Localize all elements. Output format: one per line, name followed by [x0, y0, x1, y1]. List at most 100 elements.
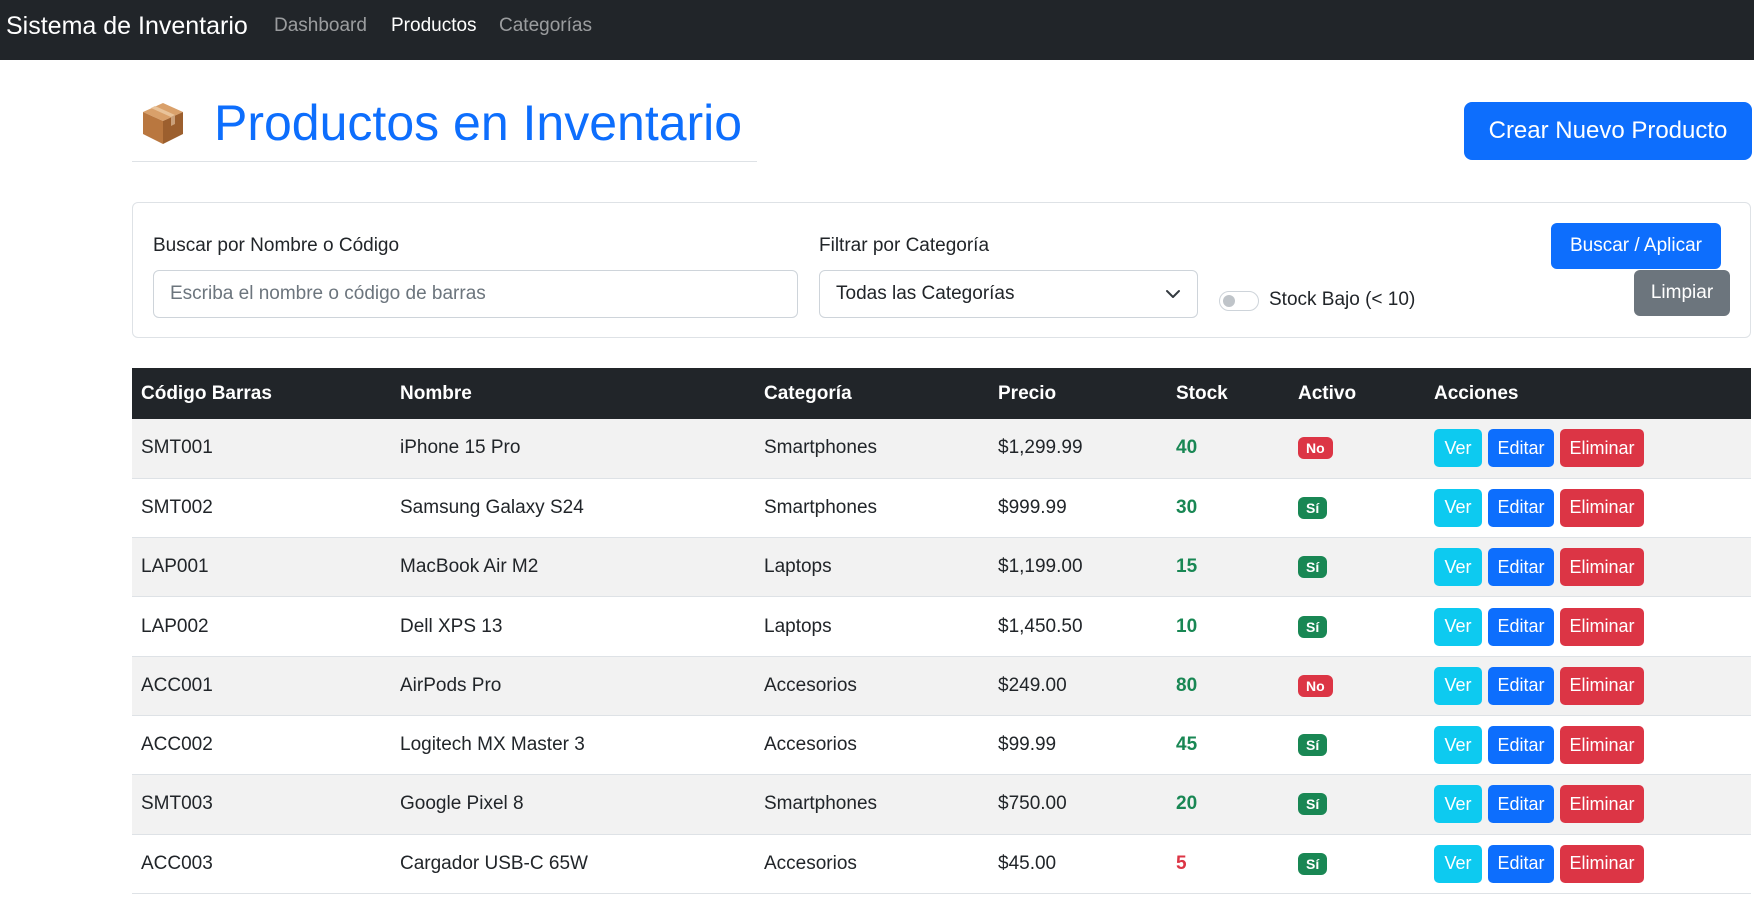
- header-row: Código Barras Nombre Categoría Precio St…: [132, 368, 1751, 419]
- cell-code: SMT001: [132, 419, 391, 479]
- table-header: Código Barras Nombre Categoría Precio St…: [132, 368, 1751, 419]
- cell-code: LAP001: [132, 537, 391, 598]
- clear-button[interactable]: Limpiar: [1634, 270, 1730, 316]
- cell-stock: 15: [1167, 537, 1289, 598]
- delete-button[interactable]: Eliminar: [1560, 726, 1644, 765]
- cell-price: $99.99: [989, 715, 1167, 776]
- cell-active: Sí: [1289, 774, 1425, 835]
- edit-button[interactable]: Editar: [1488, 488, 1554, 527]
- toggle-knob: [1223, 295, 1235, 307]
- package-box-icon: [143, 103, 183, 144]
- chevron-down-icon: [1166, 290, 1180, 298]
- category-select-value: Todas las Categorías: [836, 283, 1015, 304]
- cell-name: iPhone 15 Pro: [391, 419, 755, 479]
- view-button[interactable]: Ver: [1434, 429, 1482, 468]
- nav-link-dashboard[interactable]: Dashboard: [274, 15, 367, 37]
- table-row: SMT003 Google Pixel 8 Smartphones $750.00 20…: [132, 774, 1751, 835]
- table-row: LAP001 MacBook Air M2 Laptops $1,199.00 15 Sí…: [132, 537, 1751, 598]
- cell-name: Samsung Galaxy S24: [391, 478, 755, 539]
- cell-name: Dell XPS 13: [391, 596, 755, 657]
- create-product-button[interactable]: Crear Nuevo Producto: [1464, 102, 1752, 160]
- table-row: ACC001 AirPods Pro Accesorios $249.00 80 No Ve…: [132, 656, 1751, 716]
- stock-value: 5: [1176, 852, 1187, 874]
- search-apply-button[interactable]: Buscar / Aplicar: [1551, 223, 1721, 269]
- navbar-brand[interactable]: Sistema de Inventario: [6, 12, 248, 41]
- delete-button[interactable]: Eliminar: [1560, 429, 1644, 468]
- nav-link-categorias[interactable]: Categorías: [499, 15, 592, 37]
- delete-button[interactable]: Eliminar: [1560, 844, 1644, 883]
- active-status-badge: Sí: [1298, 556, 1328, 579]
- cell-stock: 30: [1167, 478, 1289, 539]
- cell-actions: Ver Editar Eliminar: [1425, 537, 1751, 598]
- cell-category: Smartphones: [755, 774, 989, 835]
- edit-button[interactable]: Editar: [1488, 785, 1554, 824]
- table-body: SMT001 iPhone 15 Pro Smartphones $1,299.99 4…: [132, 419, 1751, 894]
- products-table: Código Barras Nombre Categoría Precio St…: [132, 368, 1751, 894]
- low-stock-toggle[interactable]: [1219, 291, 1259, 311]
- view-button[interactable]: Ver: [1434, 844, 1482, 883]
- edit-button[interactable]: Editar: [1488, 548, 1554, 587]
- table-row: ACC003 Cargador USB-C 65W Accesorios $45.00…: [132, 834, 1751, 894]
- cell-actions: Ver Editar Eliminar: [1425, 596, 1751, 657]
- cell-actions: Ver Editar Eliminar: [1425, 478, 1751, 539]
- view-button[interactable]: Ver: [1434, 785, 1482, 824]
- cell-active: Sí: [1289, 834, 1425, 894]
- cell-name: AirPods Pro: [391, 656, 755, 716]
- cell-active: No: [1289, 656, 1425, 716]
- cell-active: Sí: [1289, 537, 1425, 598]
- nav-link-productos[interactable]: Productos: [391, 15, 477, 37]
- column-header-categoria[interactable]: Categoría: [755, 368, 989, 419]
- cell-active: No: [1289, 419, 1425, 479]
- column-header-codigo[interactable]: Código Barras: [132, 368, 391, 419]
- edit-button[interactable]: Editar: [1488, 726, 1554, 765]
- delete-button[interactable]: Eliminar: [1560, 607, 1644, 646]
- edit-button[interactable]: Editar: [1488, 844, 1554, 883]
- cell-stock: 45: [1167, 715, 1289, 776]
- cell-category: Accesorios: [755, 834, 989, 894]
- cell-stock: 80: [1167, 656, 1289, 716]
- stock-value: 10: [1176, 615, 1198, 637]
- cell-price: $1,199.00: [989, 537, 1167, 598]
- column-header-acciones: Acciones: [1425, 368, 1751, 419]
- delete-button[interactable]: Eliminar: [1560, 666, 1644, 705]
- table-row: ACC002 Logitech MX Master 3 Accesorios $99.…: [132, 715, 1751, 776]
- active-status-badge: Sí: [1298, 793, 1328, 816]
- view-button[interactable]: Ver: [1434, 726, 1482, 765]
- delete-button[interactable]: Eliminar: [1560, 785, 1644, 824]
- cell-active: Sí: [1289, 715, 1425, 776]
- edit-button[interactable]: Editar: [1488, 666, 1554, 705]
- page-title: Productos en Inventario: [214, 95, 743, 151]
- cell-price: $1,450.50: [989, 596, 1167, 657]
- column-header-stock[interactable]: Stock: [1167, 368, 1289, 419]
- cell-price: $999.99: [989, 478, 1167, 539]
- edit-button[interactable]: Editar: [1488, 607, 1554, 646]
- stock-value: 40: [1176, 437, 1198, 459]
- edit-button[interactable]: Editar: [1488, 429, 1554, 468]
- view-button[interactable]: Ver: [1434, 548, 1482, 587]
- search-input[interactable]: [153, 270, 798, 318]
- column-header-nombre[interactable]: Nombre: [391, 368, 755, 419]
- cell-category: Laptops: [755, 596, 989, 657]
- view-button[interactable]: Ver: [1434, 666, 1482, 705]
- cell-category: Accesorios: [755, 656, 989, 716]
- column-header-activo[interactable]: Activo: [1289, 368, 1425, 419]
- active-status-badge: No: [1298, 437, 1333, 460]
- cell-name: Google Pixel 8: [391, 774, 755, 835]
- cell-actions: Ver Editar Eliminar: [1425, 834, 1751, 894]
- cell-stock: 10: [1167, 596, 1289, 657]
- category-filter-label: Filtrar por Categoría: [819, 235, 990, 256]
- stock-value: 45: [1176, 734, 1198, 756]
- column-header-precio[interactable]: Precio: [989, 368, 1167, 419]
- delete-button[interactable]: Eliminar: [1560, 488, 1644, 527]
- cell-price: $45.00: [989, 834, 1167, 894]
- cell-active: Sí: [1289, 478, 1425, 539]
- cell-stock: 20: [1167, 774, 1289, 835]
- delete-button[interactable]: Eliminar: [1560, 548, 1644, 587]
- view-button[interactable]: Ver: [1434, 488, 1482, 527]
- active-status-badge: No: [1298, 674, 1333, 697]
- navbar: Sistema de Inventario Dashboard Producto…: [0, 0, 1754, 60]
- low-stock-label[interactable]: Stock Bajo (< 10): [1269, 289, 1415, 311]
- view-button[interactable]: Ver: [1434, 607, 1482, 646]
- stock-value: 20: [1176, 793, 1198, 815]
- category-select[interactable]: Todas las Categorías: [819, 270, 1198, 318]
